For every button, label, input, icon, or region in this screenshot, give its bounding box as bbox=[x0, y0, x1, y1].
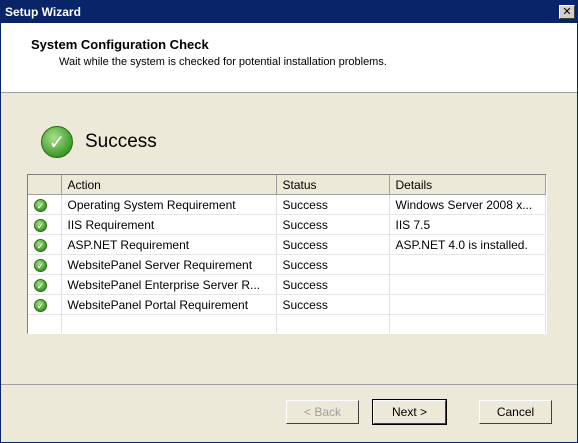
wizard-footer: < Back Next > Cancel bbox=[1, 384, 577, 443]
row-action: WebsitePanel Enterprise Server R... bbox=[61, 274, 277, 295]
row-action: IIS Requirement bbox=[61, 214, 277, 235]
row-status: Success bbox=[276, 194, 390, 215]
check-circle-icon: ✓ bbox=[34, 258, 47, 272]
check-circle-icon: ✓ bbox=[34, 298, 47, 312]
column-header-details[interactable]: Details bbox=[389, 175, 546, 195]
table-row[interactable]: ✓ Operating System Requirement Success W… bbox=[28, 194, 546, 215]
check-circle-icon: ✓ bbox=[34, 278, 47, 292]
table-row[interactable]: ✓ WebsitePanel Enterprise Server R... Su… bbox=[28, 274, 546, 295]
row-details: IIS 7.5 bbox=[389, 214, 546, 235]
row-action: WebsitePanel Portal Requirement bbox=[61, 294, 277, 315]
column-header-status[interactable]: Status bbox=[276, 175, 390, 195]
empty-row bbox=[28, 314, 546, 333]
result-summary: ✓ Success bbox=[41, 126, 157, 158]
row-details: Windows Server 2008 x... bbox=[389, 194, 546, 215]
page-subtitle: Wait while the system is checked for pot… bbox=[59, 56, 387, 68]
row-details bbox=[389, 254, 546, 275]
back-button[interactable]: < Back bbox=[286, 400, 359, 424]
wizard-header: System Configuration Check Wait while th… bbox=[1, 23, 577, 93]
grid-header-row: Action Status Details bbox=[28, 175, 546, 195]
table-row[interactable]: ✓ ASP.NET Requirement Success ASP.NET 4.… bbox=[28, 234, 546, 255]
table-row[interactable]: ✓ WebsitePanel Portal Requirement Succes… bbox=[28, 294, 546, 315]
row-status: Success bbox=[276, 254, 390, 275]
result-label: Success bbox=[85, 131, 157, 152]
row-details: ASP.NET 4.0 is installed. bbox=[389, 234, 546, 255]
next-button[interactable]: Next > bbox=[372, 399, 447, 425]
row-status: Success bbox=[276, 214, 390, 235]
row-action: Operating System Requirement bbox=[61, 194, 277, 215]
check-results-grid[interactable]: Action Status Details ✓ Operating System… bbox=[27, 174, 547, 334]
row-action: WebsitePanel Server Requirement bbox=[61, 254, 277, 275]
column-header-icon bbox=[28, 175, 62, 195]
column-header-action[interactable]: Action bbox=[61, 175, 277, 195]
row-status: Success bbox=[276, 234, 390, 255]
cancel-button[interactable]: Cancel bbox=[479, 400, 552, 424]
setup-wizard-window: Setup Wizard ✕ System Configuration Chec… bbox=[0, 0, 578, 443]
row-status: Success bbox=[276, 294, 390, 315]
check-circle-icon: ✓ bbox=[34, 238, 47, 252]
page-title: System Configuration Check bbox=[31, 37, 209, 52]
check-circle-icon: ✓ bbox=[41, 126, 73, 158]
row-details bbox=[389, 294, 546, 315]
check-circle-icon: ✓ bbox=[34, 198, 47, 212]
table-row[interactable]: ✓ IIS Requirement Success IIS 7.5 bbox=[28, 214, 546, 235]
window-title: Setup Wizard bbox=[5, 5, 81, 19]
check-circle-icon: ✓ bbox=[34, 218, 47, 232]
table-row[interactable]: ✓ WebsitePanel Server Requirement Succes… bbox=[28, 254, 546, 275]
row-action: ASP.NET Requirement bbox=[61, 234, 277, 255]
row-details bbox=[389, 274, 546, 295]
title-bar: Setup Wizard ✕ bbox=[1, 1, 577, 23]
close-button[interactable]: ✕ bbox=[559, 5, 575, 19]
row-status: Success bbox=[276, 274, 390, 295]
